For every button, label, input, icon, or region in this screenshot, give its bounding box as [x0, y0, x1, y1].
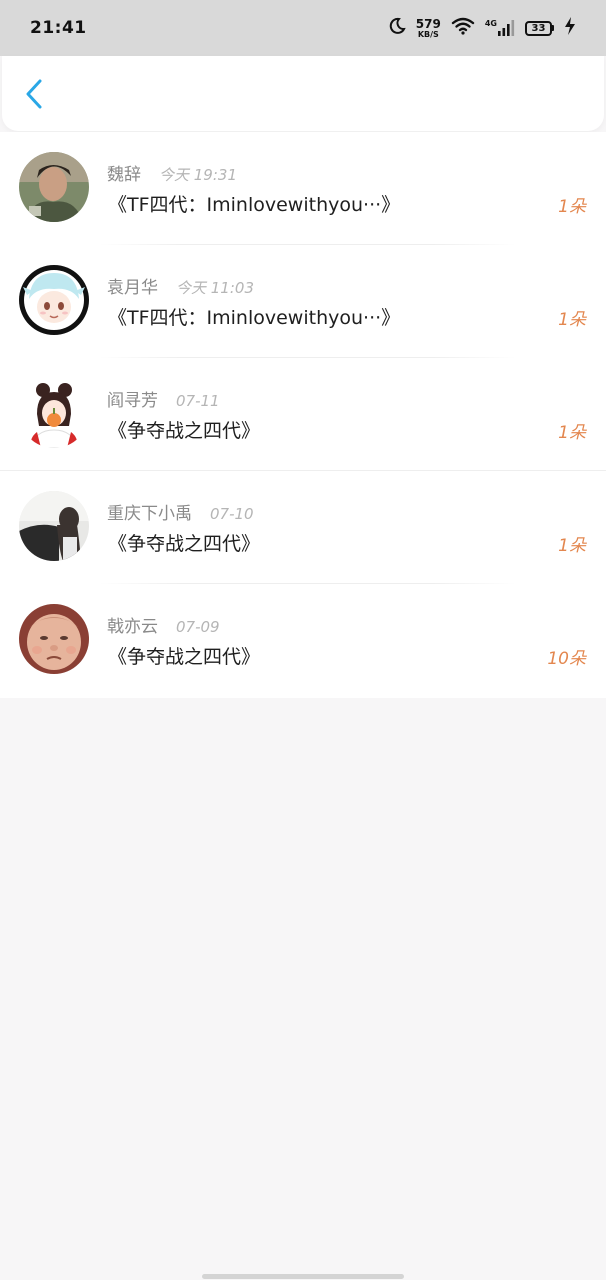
network-speed: 579 KB/S: [416, 18, 441, 39]
nav-bar: [2, 56, 604, 131]
list-item[interactable]: 重庆下小禹 07-10 《争夺战之四代》 1朵: [0, 471, 606, 584]
avatar[interactable]: [19, 491, 89, 561]
sender-name[interactable]: 阎寻芳: [107, 386, 158, 411]
meta-line: 戟亦云 07-09: [107, 612, 220, 637]
flower-count: 10朵: [547, 649, 586, 669]
avatar[interactable]: [19, 604, 89, 674]
meta-line: 魏辞 今天 19:31: [107, 160, 237, 185]
list-item[interactable]: 袁月华 今天 11:03 《TF四代：Iminlovewithyou···》 1…: [0, 245, 606, 358]
home-indicator[interactable]: [202, 1274, 404, 1279]
chevron-left-icon: [26, 79, 42, 109]
meta-line: 阎寻芳 07-11: [107, 386, 220, 411]
flower-count: 1朵: [558, 423, 586, 443]
send-time: 07-09: [176, 618, 220, 636]
work-title[interactable]: 《争夺战之四代》: [108, 529, 260, 556]
signal-icon: 4G: [485, 19, 515, 37]
send-time: 07-11: [176, 392, 220, 410]
wifi-icon: [451, 17, 475, 39]
send-time: 07-10: [210, 505, 254, 523]
send-time: 今天 19:31: [159, 166, 237, 184]
meta-line: 袁月华 今天 11:03: [107, 273, 254, 298]
flower-count: 1朵: [558, 310, 586, 330]
flower-count: 1朵: [558, 197, 586, 217]
moon-icon: [388, 17, 406, 39]
list-item[interactable]: 魏辞 今天 19:31 《TF四代：Iminlovewithyou···》 1朵: [0, 132, 606, 245]
battery-icon: 33: [525, 20, 554, 36]
list-item[interactable]: 阎寻芳 07-11 《争夺战之四代》 1朵: [0, 358, 606, 471]
charging-icon: [564, 17, 576, 39]
status-icons: 579 KB/S 4G 33: [388, 17, 576, 39]
status-bar: 21:41 579 KB/S 4G 33: [0, 0, 606, 56]
sender-name[interactable]: 袁月华: [107, 273, 158, 298]
send-time: 今天 11:03: [176, 279, 254, 297]
work-title[interactable]: 《争夺战之四代》: [108, 416, 260, 443]
avatar[interactable]: [19, 378, 89, 448]
avatar[interactable]: [19, 152, 89, 222]
meta-line: 重庆下小禹 07-10: [107, 499, 254, 524]
avatar[interactable]: [19, 265, 89, 335]
status-time: 21:41: [30, 18, 87, 38]
work-title[interactable]: 《TF四代：Iminlovewithyou···》: [108, 303, 400, 330]
sender-name[interactable]: 魏辞: [107, 160, 141, 185]
back-button[interactable]: [16, 76, 52, 112]
sender-name[interactable]: 戟亦云: [107, 612, 158, 637]
network-speed-unit: KB/S: [417, 29, 439, 39]
network-speed-value: 579: [415, 16, 441, 31]
battery-level: 33: [525, 20, 552, 36]
flower-count: 1朵: [558, 536, 586, 556]
list-item[interactable]: 戟亦云 07-09 《争夺战之四代》 10朵: [0, 584, 606, 697]
sender-name[interactable]: 重庆下小禹: [107, 499, 192, 524]
work-title[interactable]: 《争夺战之四代》: [108, 642, 260, 669]
network-type: 4G: [484, 19, 497, 28]
work-title[interactable]: 《TF四代：Iminlovewithyou···》: [108, 190, 400, 217]
gift-record-list: 魏辞 今天 19:31 《TF四代：Iminlovewithyou···》 1朵: [0, 132, 606, 698]
